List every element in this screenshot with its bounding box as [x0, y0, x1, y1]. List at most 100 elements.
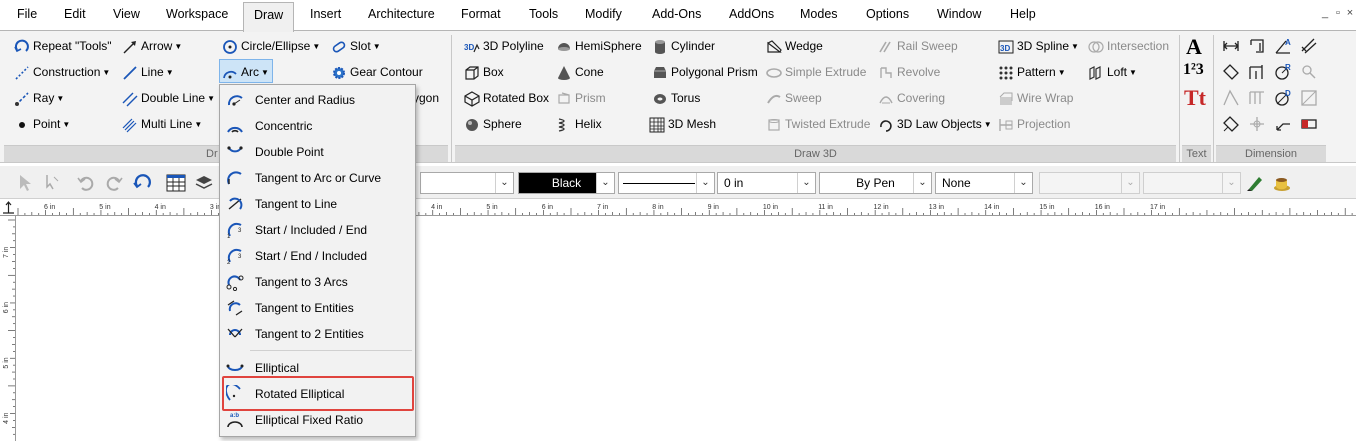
construction-button[interactable]: Construction ▼: [14, 61, 110, 83]
menu-item-tangent-to-2-entities[interactable]: Tangent to 2 Entities: [220, 321, 415, 347]
text-tool-button[interactable]: A: [1186, 34, 1202, 60]
dimension-rotated-icon[interactable]: [1222, 63, 1240, 84]
box-button[interactable]: Box: [464, 61, 504, 83]
pen-tool-icon[interactable]: [1245, 173, 1265, 193]
projection-button[interactable]: Projection: [998, 113, 1070, 135]
dimension-datum-icon[interactable]: [1300, 115, 1318, 136]
dimension-tolerance-icon[interactable]: [1300, 89, 1318, 110]
ray-button[interactable]: Ray ▼: [14, 87, 64, 109]
menu-item-tangent-to-3-arcs[interactable]: Tangent to 3 Arcs: [220, 269, 415, 295]
loft-button[interactable]: Loft ▼: [1088, 61, 1137, 83]
torus-button[interactable]: Torus: [652, 87, 700, 109]
menu-add-ons[interactable]: Add-Ons: [652, 0, 701, 29]
menu-view[interactable]: View: [113, 0, 140, 29]
menu-draw[interactable]: Draw: [243, 2, 295, 32]
menu-tools[interactable]: Tools: [529, 0, 558, 29]
undo-icon[interactable]: [76, 173, 96, 193]
menu-item-start-included-end[interactable]: 13 Start / Included / End: [220, 217, 415, 243]
menu-item-double-point[interactable]: Double Point: [220, 139, 415, 165]
line-thickness-combo[interactable]: 0 in ⌄: [717, 172, 816, 194]
disabled-combo-2[interactable]: ⌄: [1143, 172, 1241, 194]
wedge-button[interactable]: Wedge: [766, 35, 823, 57]
menu-help[interactable]: Help: [1010, 0, 1036, 29]
dimension-horizontal-icon[interactable]: [1222, 37, 1240, 58]
select-alt-icon[interactable]: [42, 173, 62, 193]
menu-modes[interactable]: Modes: [800, 0, 838, 29]
intersection-button[interactable]: Intersection: [1088, 35, 1169, 57]
text-style-button[interactable]: Tt: [1184, 85, 1206, 111]
line-button[interactable]: Line ▼: [122, 61, 174, 83]
menu-file[interactable]: File: [17, 0, 37, 29]
arc-button[interactable]: Arc ▼: [222, 61, 269, 83]
multi-line-button[interactable]: Multi Line ▼: [122, 113, 202, 135]
menu-item-start-end-included[interactable]: 23 Start / End / Included: [220, 243, 415, 269]
rail-sweep-button[interactable]: Rail Sweep: [878, 35, 958, 57]
pattern-combo[interactable]: None ⌄: [935, 172, 1033, 194]
layer-combo[interactable]: ⌄: [420, 172, 514, 194]
twisted-extrude-button[interactable]: Twisted Extrude: [766, 113, 870, 135]
numbering-tool-button[interactable]: 1²3: [1183, 61, 1204, 79]
menu-window[interactable]: Window: [937, 0, 981, 29]
repeat-tools-button[interactable]: Repeat "Tools": [14, 35, 112, 57]
polygonal-prism-button[interactable]: Polygonal Prism: [652, 61, 758, 83]
pen-combo[interactable]: By Pen ⌄: [819, 172, 932, 194]
helix-button[interactable]: Helix: [556, 113, 602, 135]
3d-mesh-button[interactable]: 3D Mesh: [649, 113, 716, 135]
menu-item-tangent-to-entities[interactable]: Tangent to Entities: [220, 295, 415, 321]
dimension-angular-icon[interactable]: A: [1274, 37, 1292, 58]
polygon-button[interactable]: ygon: [413, 87, 439, 109]
dimension-center-mark-icon[interactable]: [1248, 115, 1266, 136]
disabled-combo-1[interactable]: ⌄: [1039, 172, 1140, 194]
gear-contour-button[interactable]: Gear Contour: [331, 61, 423, 83]
arrow-button[interactable]: Arrow ▼: [122, 35, 182, 57]
dimension-aligned-icon[interactable]: [1300, 37, 1318, 58]
cone-button[interactable]: Cone: [556, 61, 604, 83]
repeat-icon[interactable]: [133, 173, 153, 193]
close-icon[interactable]: ×: [1343, 6, 1356, 20]
dimension-vertical-icon[interactable]: [1248, 37, 1266, 58]
hemisphere-button[interactable]: HemiSphere: [556, 35, 642, 57]
menu-edit[interactable]: Edit: [64, 0, 86, 29]
3d-polyline-button[interactable]: 3D 3D Polyline: [464, 35, 544, 57]
3d-spline-button[interactable]: 3D 3D Spline ▼: [998, 35, 1079, 57]
pattern-button[interactable]: Pattern ▼: [998, 61, 1066, 83]
menu-workspace[interactable]: Workspace: [166, 0, 228, 29]
select-pointer-icon[interactable]: [15, 173, 35, 193]
circle-ellipse-button[interactable]: Circle/Ellipse ▼: [222, 35, 320, 57]
menu-item-concentric[interactable]: Concentric: [220, 113, 415, 139]
dimension-ordinate-icon[interactable]: [1248, 89, 1266, 110]
sphere-button[interactable]: Sphere: [464, 113, 522, 135]
double-line-button[interactable]: Double Line ▼: [122, 87, 215, 109]
menu-format[interactable]: Format: [461, 0, 501, 29]
rotated-box-button[interactable]: Rotated Box: [464, 87, 549, 109]
wire-wrap-button[interactable]: Wire Wrap: [998, 87, 1073, 109]
dimension-baseline-icon[interactable]: [1248, 63, 1266, 84]
spreadsheet-icon[interactable]: [166, 173, 186, 193]
menu-modify[interactable]: Modify: [585, 0, 622, 29]
point-button[interactable]: Point ▼: [14, 113, 70, 135]
style-cup-icon[interactable]: [1272, 173, 1292, 193]
menu-addons[interactable]: AddOns: [729, 0, 774, 29]
dimension-search-icon[interactable]: [1300, 63, 1318, 84]
layers-icon[interactable]: [194, 173, 214, 193]
prism-button[interactable]: Prism: [556, 87, 606, 109]
menu-insert[interactable]: Insert: [310, 0, 341, 29]
color-combo[interactable]: Black ⌄: [518, 172, 615, 194]
minimize-icon[interactable]: _: [1318, 6, 1332, 20]
dimension-leader-icon[interactable]: [1274, 115, 1292, 136]
sweep-button[interactable]: Sweep: [766, 87, 822, 109]
menu-architecture[interactable]: Architecture: [368, 0, 435, 29]
revolve-button[interactable]: Revolve: [878, 61, 940, 83]
dimension-chain-icon[interactable]: [1222, 89, 1240, 110]
simple-extrude-button[interactable]: Simple Extrude: [766, 61, 866, 83]
dimension-arc-length-icon[interactable]: [1222, 115, 1240, 136]
menu-item-tangent-to-arc-or-curve[interactable]: Tangent to Arc or Curve: [220, 165, 415, 191]
3d-law-objects-button[interactable]: 3D Law Objects ▼: [878, 113, 992, 135]
slot-button[interactable]: Slot ▼: [331, 35, 381, 57]
dimension-radius-icon[interactable]: R: [1274, 63, 1292, 84]
menu-item-center-and-radius[interactable]: Center and Radius: [220, 87, 415, 113]
dimension-diameter-icon[interactable]: D: [1274, 89, 1292, 110]
menu-options[interactable]: Options: [866, 0, 909, 29]
cylinder-button[interactable]: Cylinder: [652, 35, 715, 57]
line-style-combo[interactable]: ⌄: [618, 172, 715, 194]
